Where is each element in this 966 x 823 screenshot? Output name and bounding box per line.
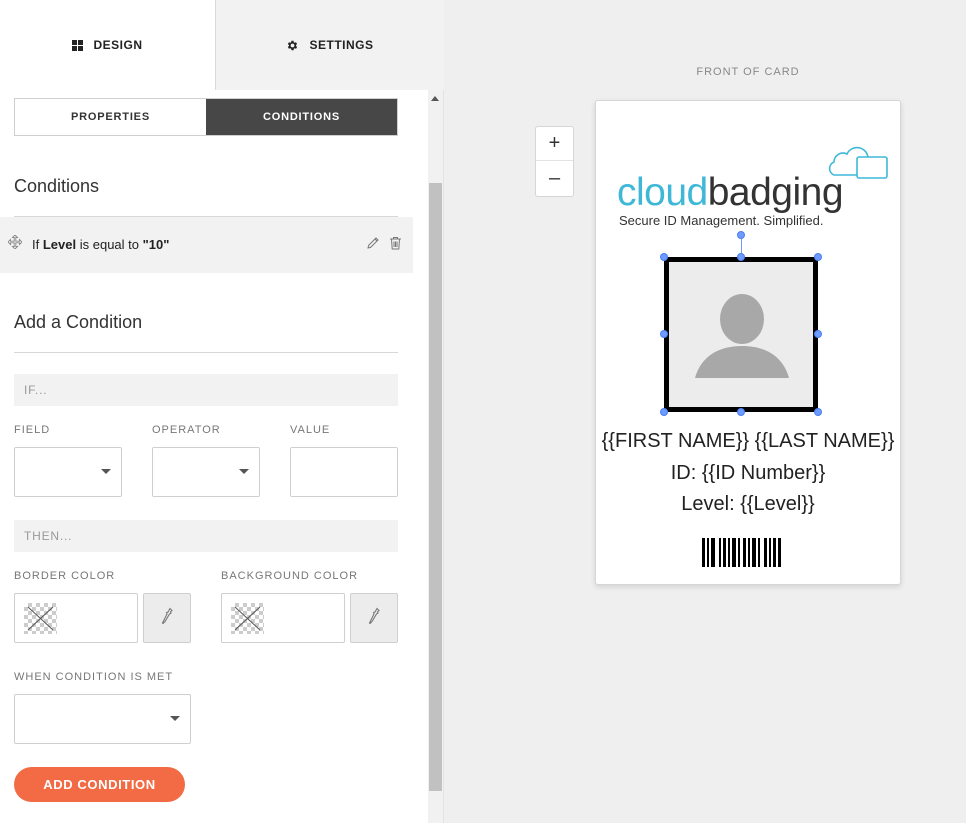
condition-operator: is equal to [79,237,139,252]
badge-card-front[interactable]: cloudbadging Secure ID Management. Simpl… [595,100,901,585]
trash-icon[interactable] [389,236,402,253]
condition-text: If Level is equal to "10" [32,237,169,252]
move-icon[interactable] [7,234,23,252]
resize-handle-n[interactable] [737,253,745,261]
value-label: VALUE [290,424,331,436]
background-color-field[interactable] [221,593,345,643]
logo-tagline: Secure ID Management. Simplified. [619,213,824,228]
condition-field: Level [42,237,77,252]
resize-handle-nw[interactable] [660,253,668,261]
resize-handle-w[interactable] [660,330,668,338]
resize-handle-s[interactable] [737,408,745,416]
conditions-title: Conditions [14,176,100,196]
condition-value: "10" [142,237,170,252]
resize-handle-e[interactable] [814,330,822,338]
tab-settings-label: SETTINGS [309,38,374,52]
if-section-header: IF... [14,374,398,406]
photo-placeholder[interactable] [664,257,818,412]
value-input[interactable] [290,447,398,497]
field-label: FIELD [14,424,51,436]
rotate-handle-line [741,237,742,254]
condition-prefix: If [32,237,40,252]
background-color-picker-button[interactable] [350,593,398,643]
zoom-out-button[interactable]: – [536,161,573,195]
tab-settings[interactable]: SETTINGS [216,0,444,90]
then-section-header: THEN... [14,520,398,552]
barcode[interactable] [702,538,781,567]
app-root: DESIGN SETTINGS PROPERTIES CONDITIONS Co… [0,0,966,823]
id-field[interactable]: ID: {{ID Number}} [596,462,900,485]
when-met-select[interactable] [14,694,191,744]
tab-conditions[interactable]: CONDITIONS [206,99,397,135]
tab-properties[interactable]: PROPERTIES [15,99,206,135]
chevron-down-icon [101,469,111,474]
tab-design-label: DESIGN [93,38,143,52]
condition-item[interactable]: If Level is equal to "10" [0,217,413,273]
rotate-handle[interactable] [737,231,745,239]
border-color-label: BORDER COLOR [14,570,116,582]
zoom-in-button[interactable]: + [536,127,573,161]
logo-part-cloud: cloud [617,171,708,214]
panel-scroll-area: PROPERTIES CONDITIONS Conditions If Leve… [0,90,428,823]
scrollbar-thumb[interactable] [429,183,442,791]
level-field[interactable]: Level: {{Level}} [596,493,900,516]
panel-scrollbar[interactable] [428,90,443,823]
pencil-icon[interactable] [366,236,380,253]
resize-handle-ne[interactable] [814,253,822,261]
divider [14,352,398,353]
eyedropper-icon [161,607,173,630]
top-tabs: DESIGN SETTINGS [0,0,444,90]
name-field[interactable]: {{FIRST NAME}} {{LAST NAME}} [596,430,900,453]
background-color-label: BACKGROUND COLOR [221,570,359,582]
when-met-label: WHEN CONDITION IS MET [14,671,174,683]
logo-wordmark: cloudbadging [617,171,844,215]
zoom-controls: + – [535,126,574,197]
sub-tabs: PROPERTIES CONDITIONS [14,98,398,136]
chevron-down-icon [170,716,180,721]
preview-title: FRONT OF CARD [696,66,800,78]
border-color-picker-button[interactable] [143,593,191,643]
person-icon [695,294,789,378]
chevron-down-icon [239,469,249,474]
transparent-swatch [24,603,57,634]
logo-part-badging: badging [707,171,844,214]
border-color-field[interactable] [14,593,138,643]
resize-handle-se[interactable] [814,408,822,416]
add-condition-button[interactable]: ADD CONDITION [14,767,185,802]
operator-label: OPERATOR [152,424,221,436]
field-select[interactable] [14,447,122,497]
tab-design[interactable]: DESIGN [0,0,216,90]
eyedropper-icon [368,607,380,630]
add-condition-title: Add a Condition [14,312,143,332]
resize-handle-sw[interactable] [660,408,668,416]
transparent-swatch [231,603,264,634]
gear-icon [286,39,299,52]
operator-select[interactable] [152,447,260,497]
editor-panel: DESIGN SETTINGS PROPERTIES CONDITIONS Co… [0,0,444,823]
scroll-up-icon[interactable] [431,96,439,101]
grid-icon [72,39,84,51]
